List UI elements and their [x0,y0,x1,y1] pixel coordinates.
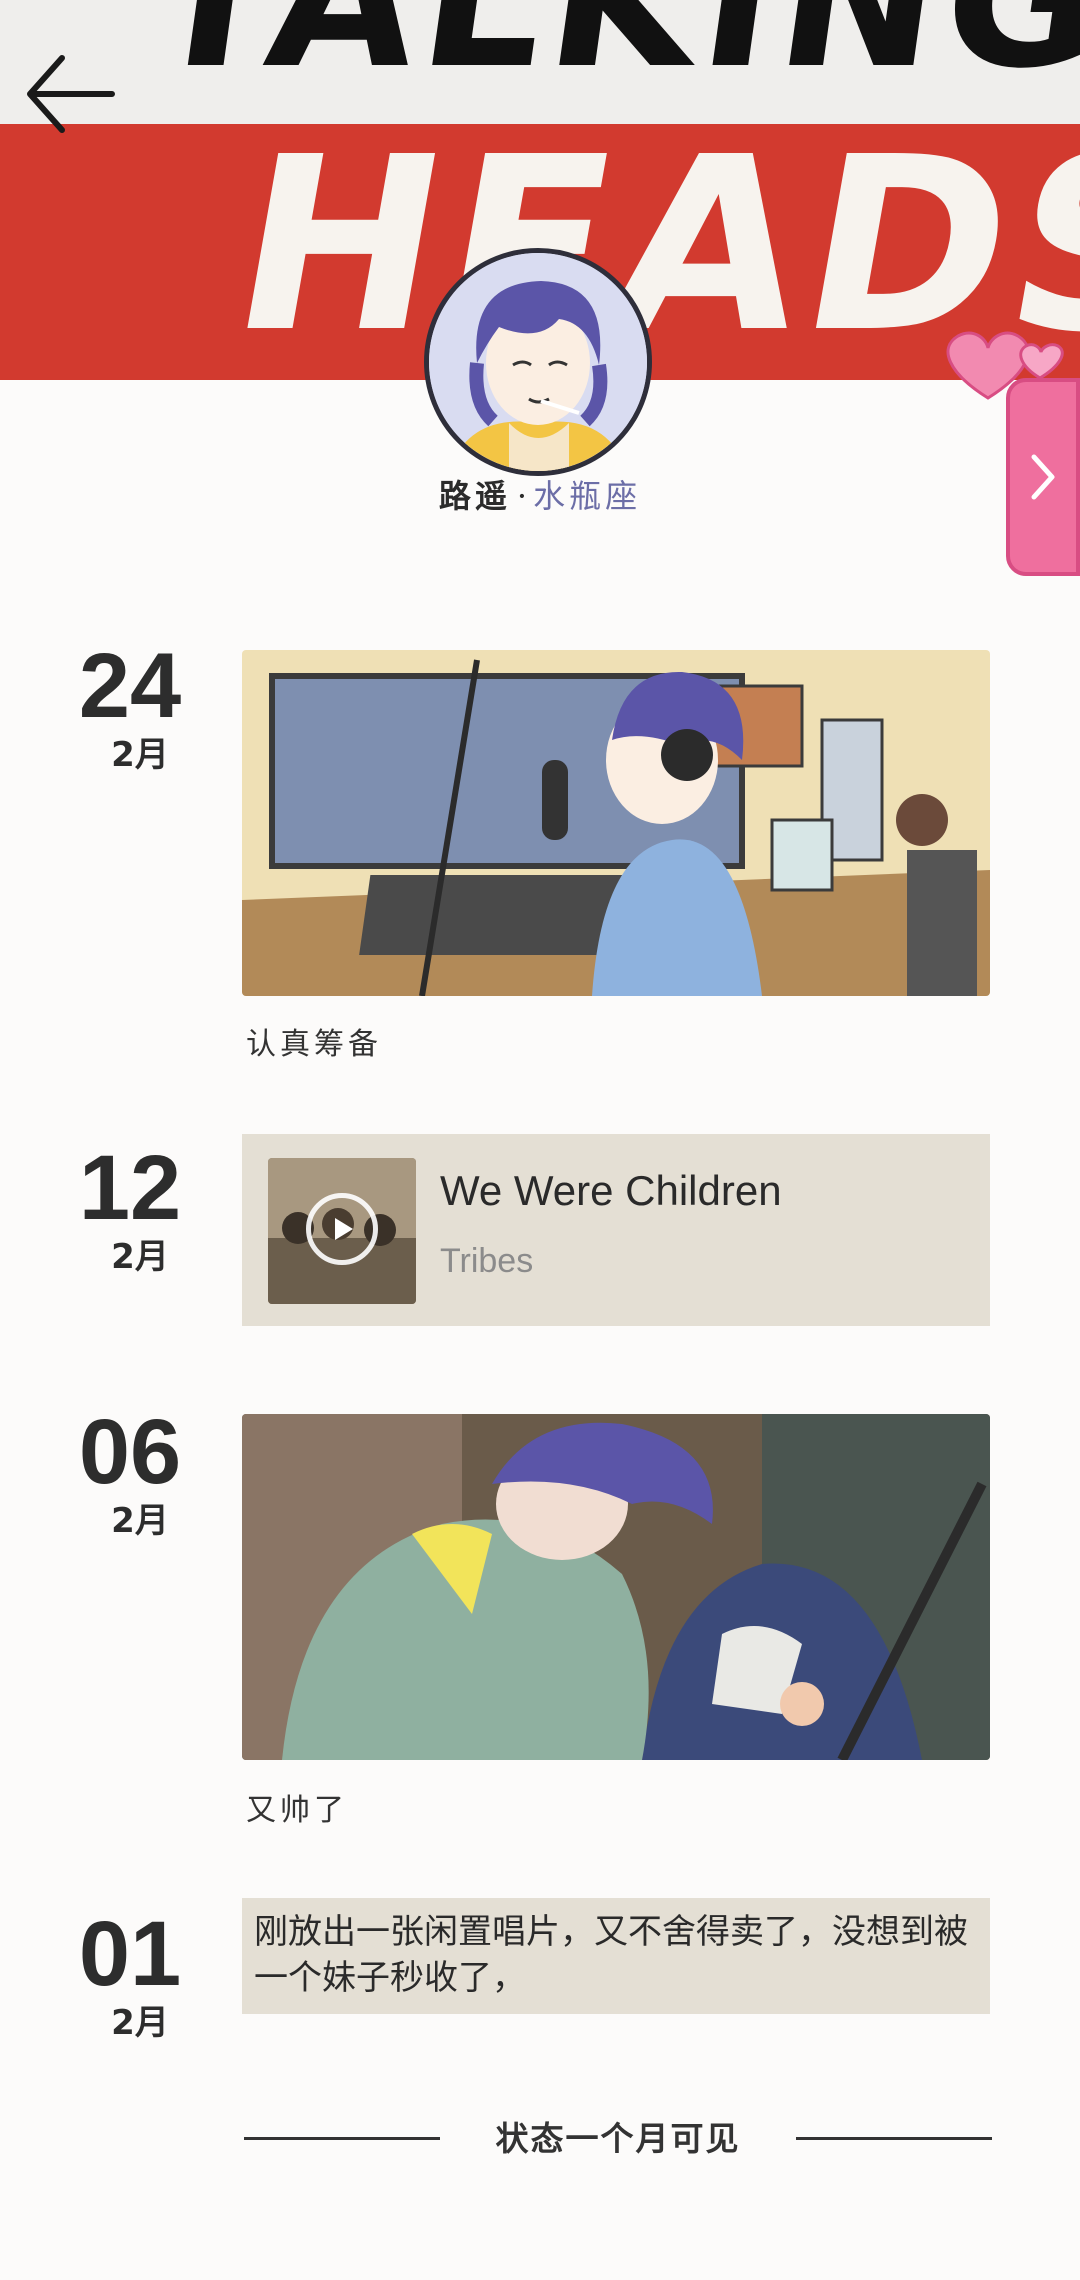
entry-day: 12 [78,1137,182,1239]
entry-month: 2月 [111,735,169,775]
entry-day: 06 [78,1401,182,1503]
entry-date: 12 2月 [70,1142,190,1274]
arrow-left-icon [27,55,115,133]
song-title: We Were Children [440,1167,782,1214]
entry-month: 2月 [111,1501,169,1541]
play-icon [335,1218,353,1240]
studio-illustration [242,650,990,996]
profile-name: 路遥 [438,477,511,515]
chevron-right-icon [1031,454,1055,500]
side-tab-button[interactable] [1006,378,1080,576]
entry-day: 24 [78,635,182,737]
profile-zodiac: 水瓶座 [533,477,642,515]
song-artist: Tribes [440,1242,534,1280]
entry-day: 01 [78,1903,182,2005]
divider-left [244,2136,440,2140]
entry-date: 01 2月 [70,1908,190,2040]
profile-separator: · [516,477,528,515]
profile-info: 路遥 · 水瓶座 [0,480,1080,512]
post-image-studio[interactable] [242,650,990,996]
music-share-card[interactable]: We Were Children Tribes [242,1134,990,1326]
play-button[interactable] [306,1193,378,1265]
post-caption: 又帅了 [246,1793,348,1828]
band-illustration [242,1414,990,1760]
entry-month: 2月 [111,1237,169,1277]
entry-date: 24 2月 [70,640,190,772]
visibility-notice: 状态一个月可见 [495,2118,741,2158]
avatar-illustration [429,253,647,471]
divider-right [796,2136,992,2140]
post-image-band[interactable] [242,1414,990,1760]
avatar[interactable] [424,248,652,476]
post-text[interactable]: 刚放出一张闲置唱片，又不舍得卖了，没想到被一个妹子秒收了， [242,1898,990,2014]
banner-title-top: TALKING [135,0,1080,110]
entry-month: 2月 [111,2003,169,2043]
album-cover [268,1158,416,1304]
visibility-footer: 状态一个月可见 [244,2118,992,2158]
back-button[interactable] [20,44,120,144]
entry-date: 06 2月 [70,1406,190,1538]
post-caption: 认真筹备 [246,1027,382,1062]
